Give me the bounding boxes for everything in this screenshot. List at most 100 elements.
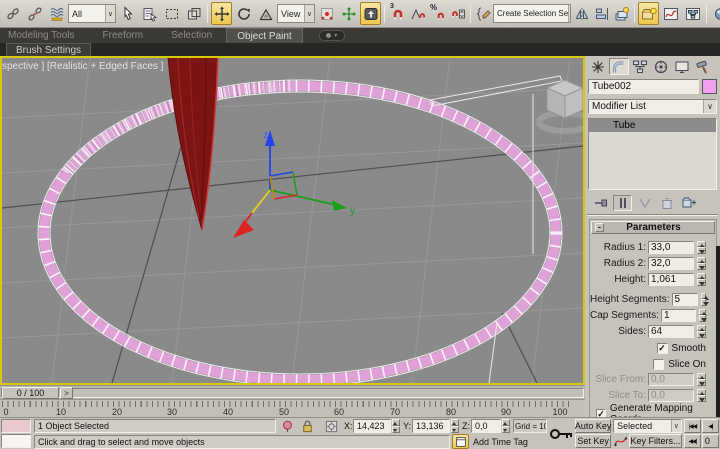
ribbon-tab-freeform[interactable]: Freeform	[89, 30, 158, 41]
time-slider-handle[interactable]: 0 / 100	[2, 387, 59, 399]
x-coordinate-field[interactable]: 14,423	[353, 419, 391, 433]
y-spinner[interactable]	[451, 419, 459, 433]
tab-hierarchy[interactable]	[630, 58, 650, 75]
use-pivot-point-button[interactable]	[316, 2, 337, 25]
current-frame-field[interactable]: 0	[702, 434, 719, 448]
radius2-field[interactable]: 32,0	[648, 257, 694, 270]
set-keys-button[interactable]	[548, 418, 575, 449]
tab-display[interactable]	[672, 58, 692, 75]
key-filters-button[interactable]: Key Filters...	[629, 434, 682, 448]
object-name-field[interactable]: Tube002	[588, 79, 699, 94]
edit-named-selection-sets-button[interactable]	[474, 2, 492, 25]
viewport-label[interactable]: spective ] [Realistic + Edged Faces ]	[2, 61, 163, 72]
mirror-icon	[574, 6, 590, 22]
tab-brush-settings[interactable]: Brush Settings	[6, 43, 91, 56]
graphite-ribbon-toggle-button[interactable]	[638, 2, 659, 25]
pivot-point-icon	[319, 6, 335, 22]
absolute-offset-toggle[interactable]	[323, 419, 340, 434]
radius1-field[interactable]: 33,0	[648, 241, 694, 254]
show-end-result-button[interactable]	[613, 195, 632, 211]
collapse-icon[interactable]: -	[595, 223, 604, 232]
panel-scrollbar[interactable]	[716, 246, 720, 417]
z-coordinate-field[interactable]: 0,0	[471, 419, 501, 433]
object-color-swatch[interactable]	[702, 79, 717, 94]
percent-snap-button[interactable]: %	[428, 2, 447, 25]
add-time-tag[interactable]: Add Time Tag	[473, 435, 528, 449]
selection-lock-toggle[interactable]	[299, 419, 316, 434]
height-segments-field[interactable]: 5	[672, 293, 699, 306]
cap-segments-spinner[interactable]	[699, 309, 706, 322]
x-spinner[interactable]	[392, 419, 400, 433]
rectangular-selection-region-button[interactable]	[161, 2, 182, 25]
bind-to-space-warp-button[interactable]	[46, 2, 67, 25]
ribbon-tab-selection[interactable]: Selection	[157, 30, 226, 41]
ribbon-config-button[interactable]: ▾	[319, 30, 345, 41]
tab-motion[interactable]	[651, 58, 671, 75]
radius2-spinner[interactable]	[697, 257, 706, 270]
maxscript-mini-listener[interactable]	[1, 434, 31, 448]
select-by-name-button[interactable]	[139, 2, 160, 25]
height-field[interactable]: 1,061	[648, 273, 694, 286]
angle-snap-button[interactable]	[408, 2, 427, 25]
maxscript-macro-recorder[interactable]	[1, 419, 31, 433]
select-and-scale-button[interactable]	[255, 2, 276, 25]
spinner-snap-button[interactable]	[448, 2, 467, 25]
radius1-spinner[interactable]	[697, 241, 706, 254]
make-unique-button[interactable]	[635, 195, 654, 211]
slice-on-checkbox[interactable]	[653, 359, 664, 370]
tab-create[interactable]	[588, 58, 608, 75]
generate-mapping-checkbox[interactable]: ✓	[596, 409, 606, 418]
ribbon-tab-modeling-tools[interactable]: Modeling Tools	[0, 30, 89, 41]
window-crossing-toggle-button[interactable]	[183, 2, 204, 25]
modifier-list-dropdown[interactable]: Modifier List ∨	[588, 99, 717, 114]
parameters-rollout-header[interactable]: - Parameters	[591, 221, 715, 234]
mirror-button[interactable]	[572, 2, 591, 25]
default-tangent-button[interactable]	[613, 434, 628, 448]
select-and-link-button[interactable]	[2, 2, 23, 25]
remove-modifier-button[interactable]	[657, 195, 676, 211]
select-object-button[interactable]	[117, 2, 138, 25]
z-spinner[interactable]	[502, 419, 510, 433]
height-segments-spinner[interactable]	[701, 293, 706, 306]
unlink-button[interactable]	[24, 2, 45, 25]
isolate-selection-toggle[interactable]	[279, 419, 296, 434]
previous-key-button[interactable]: ◀◀|	[684, 434, 701, 448]
next-frame-nudge-button[interactable]: >	[60, 387, 73, 399]
material-editor-button[interactable]	[710, 2, 720, 25]
track-bar[interactable]: 0 10 20 30 40 50 60 70 80 90 100	[0, 399, 585, 417]
cap-segments-field[interactable]: 1	[661, 309, 696, 322]
select-and-move-button[interactable]	[211, 2, 232, 25]
sides-field[interactable]: 64	[648, 325, 694, 338]
snaps-toggle-3d-button[interactable]: 3	[388, 2, 407, 25]
key-mode-dropdown[interactable]: Selected∨	[613, 419, 682, 433]
select-and-rotate-button[interactable]	[233, 2, 254, 25]
set-key-button[interactable]: Set Key	[575, 434, 611, 448]
status-bar: 1 Object Selected X: 14,423 Y: 13,136 Z:…	[0, 417, 548, 449]
perspective-viewport[interactable]: z y	[0, 56, 585, 385]
manage-layers-button[interactable]	[612, 2, 631, 25]
curve-editor-button[interactable]	[660, 2, 681, 25]
modifier-stack-item-tube[interactable]: Tube	[589, 119, 716, 132]
go-to-start-button[interactable]: |◀◀	[684, 419, 701, 433]
selection-filter-dropdown[interactable]: All∨	[68, 4, 116, 23]
ribbon-tab-object-paint[interactable]: Object Paint	[226, 28, 302, 43]
previous-frame-button[interactable]: ◀|	[702, 419, 719, 433]
reference-coordinate-dropdown[interactable]: View∨	[277, 4, 315, 23]
smooth-checkbox[interactable]: ✓	[657, 343, 668, 354]
tab-utilities[interactable]	[693, 58, 713, 75]
keyboard-shortcut-override-button[interactable]	[360, 2, 381, 25]
tab-modify[interactable]	[609, 58, 629, 75]
auto-key-button[interactable]: Auto Key	[575, 419, 611, 433]
named-selection-set-dropdown[interactable]: Create Selection Se∨	[493, 4, 571, 23]
select-and-manipulate-button[interactable]	[338, 2, 359, 25]
align-button[interactable]	[592, 2, 611, 25]
time-slider-track[interactable]	[1, 388, 584, 398]
y-coordinate-field[interactable]: 13,136	[412, 419, 450, 433]
schematic-view-button[interactable]	[682, 2, 703, 25]
schematic-view-icon	[685, 6, 701, 22]
height-spinner[interactable]	[697, 273, 706, 286]
pin-stack-button[interactable]	[591, 195, 610, 211]
time-tag-window-button[interactable]	[452, 434, 469, 449]
configure-modifier-sets-button[interactable]	[679, 195, 698, 211]
sides-spinner[interactable]	[697, 325, 706, 338]
